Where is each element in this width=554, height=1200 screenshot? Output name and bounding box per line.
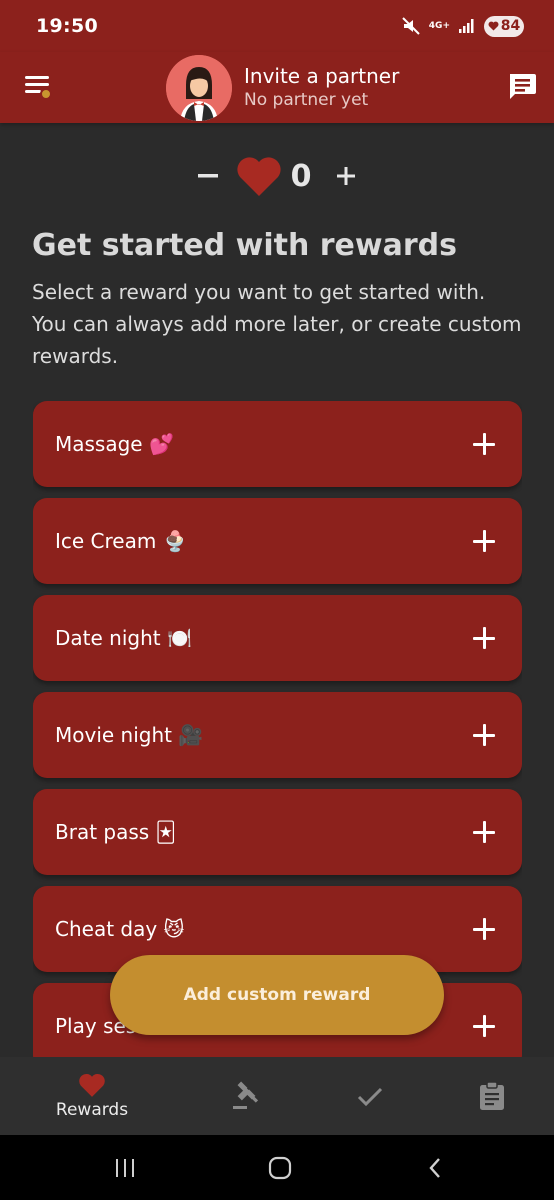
chat-bubble-icon (510, 74, 536, 99)
app-screen: 19:50 4G+ 84 Invite a partner No partner… (0, 0, 554, 1200)
battery-indicator: 84 (484, 15, 524, 37)
reward-label: Date night 🍽️ (55, 626, 192, 650)
heart-icon (79, 1074, 105, 1097)
reward-label: Massage 💕 (55, 432, 174, 456)
check-icon (357, 1087, 383, 1107)
battery-heart-icon (488, 21, 499, 31)
status-bar: 19:50 4G+ 84 (0, 0, 554, 52)
chat-button[interactable] (506, 70, 538, 102)
menu-button[interactable] (22, 72, 56, 102)
page-description: Select a reward you want to get started … (32, 280, 522, 368)
minus-icon (197, 174, 218, 178)
reward-label: Cheat day 😼 (55, 917, 185, 941)
add-icon[interactable] (472, 529, 496, 553)
increment-button[interactable] (331, 161, 361, 191)
add-icon[interactable] (472, 626, 496, 650)
add-icon[interactable] (472, 917, 496, 941)
reward-item-massage[interactable]: Massage 💕 (33, 401, 522, 487)
invite-partner-button[interactable]: Invite a partner No partner yet (166, 52, 399, 123)
tab-history[interactable] (462, 1057, 522, 1135)
heart-icon (236, 157, 281, 196)
partner-title: Invite a partner (244, 64, 400, 89)
tab-rewards[interactable]: Rewards (46, 1057, 138, 1135)
bottom-navigation: Rewards (0, 1057, 554, 1135)
add-icon[interactable] (472, 1014, 496, 1038)
reward-label: Movie night 🎥 (55, 723, 204, 747)
reward-item-ice-cream[interactable]: Ice Cream 🍨 (33, 498, 522, 584)
counter-value: 0 (290, 158, 312, 194)
recent-apps-button[interactable] (110, 1153, 140, 1183)
mute-icon (402, 17, 420, 35)
page-title: Get started with rewards (32, 228, 457, 263)
back-icon (429, 1158, 440, 1178)
reward-item-movie-night[interactable]: Movie night 🎥 (33, 692, 522, 778)
reward-item-date-night[interactable]: Date night 🍽️ (33, 595, 522, 681)
add-icon[interactable] (472, 723, 496, 747)
tab-tasks[interactable] (340, 1057, 400, 1135)
decrement-button[interactable] (193, 161, 223, 191)
notification-dot (40, 88, 52, 100)
partner-subtitle: No partner yet (244, 90, 369, 111)
tab-label: Rewards (55, 1100, 129, 1120)
recent-apps-icon (116, 1159, 134, 1177)
app-header: Invite a partner No partner yet (0, 52, 554, 123)
person-avatar-icon (166, 54, 232, 121)
status-icons: 4G+ 84 (401, 15, 524, 37)
signal-icon (459, 19, 474, 33)
plus-icon (337, 167, 356, 185)
gavel-icon (233, 1081, 259, 1109)
status-time: 19:50 (36, 15, 98, 37)
battery-level: 84 (500, 18, 521, 34)
add-custom-reward-button[interactable]: Add custom reward (110, 955, 444, 1035)
partner-text: Invite a partner No partner yet (244, 63, 399, 111)
reward-item-brat-pass[interactable]: Brat pass 🃏 (33, 789, 522, 875)
network-type-label: 4G+ (428, 20, 450, 31)
home-button[interactable] (265, 1153, 295, 1183)
home-icon (268, 1156, 292, 1180)
avatar (166, 54, 232, 121)
clipboard-icon (480, 1081, 504, 1110)
system-navigation-bar (0, 1135, 554, 1200)
add-icon[interactable] (472, 432, 496, 456)
heart-counter: 0 (0, 148, 554, 204)
add-icon[interactable] (472, 820, 496, 844)
reward-label: Brat pass 🃏 (55, 820, 177, 844)
tab-rules[interactable] (215, 1057, 275, 1135)
reward-label: Ice Cream 🍨 (55, 529, 188, 553)
back-button[interactable] (420, 1153, 450, 1183)
